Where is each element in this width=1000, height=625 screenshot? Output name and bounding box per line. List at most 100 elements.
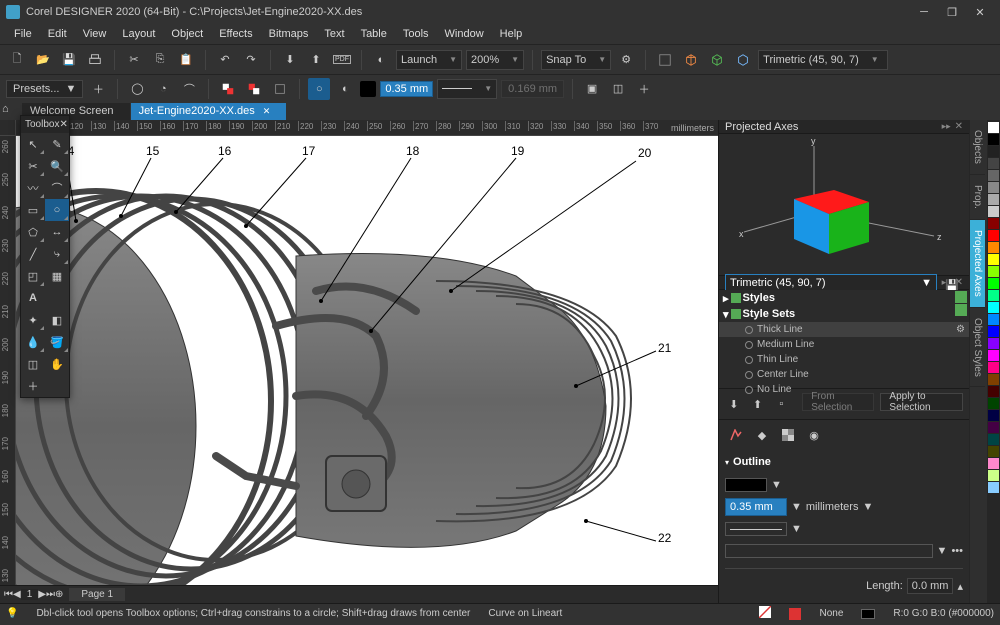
callout-19[interactable]: 19 (511, 144, 524, 158)
menu-effects[interactable]: Effects (211, 26, 260, 42)
menu-object[interactable]: Object (163, 26, 211, 42)
connector-tool[interactable]: ⤷ (45, 243, 69, 265)
color-swatch[interactable] (988, 482, 999, 493)
pick-tool[interactable]: ↖ (21, 133, 45, 155)
print-button[interactable] (84, 49, 106, 71)
ellipse-tool-icon[interactable]: ◯ (126, 78, 148, 100)
freehand-tool[interactable]: 〰 (21, 177, 45, 199)
status-outline-swatch[interactable] (861, 609, 875, 619)
color-swatch[interactable] (988, 218, 999, 229)
color-swatch[interactable] (988, 242, 999, 253)
color-swatch[interactable] (988, 230, 999, 241)
style-medium-line[interactable]: Medium Line (719, 337, 969, 352)
style-center-line[interactable]: Center Line (719, 367, 969, 382)
pdf-button[interactable]: PDF (331, 49, 353, 71)
snap-dropdown[interactable]: Snap To▼ (541, 50, 611, 70)
tab-document[interactable]: Jet-Engine2020-XX.des✕ (131, 103, 287, 120)
menu-edit[interactable]: Edit (40, 26, 75, 42)
export-button[interactable]: ⬆ (305, 49, 327, 71)
color-palette[interactable] (987, 120, 1000, 603)
document-canvas[interactable]: 14 15 16 17 18 19 20 21 22 (16, 136, 718, 585)
paste-button[interactable]: 📋 (175, 49, 197, 71)
fill-attr-icon[interactable]: ◆ (751, 424, 773, 446)
outline-section-title[interactable]: Outline (733, 456, 771, 468)
hints-icon[interactable]: 💡 (6, 608, 18, 619)
color-swatch[interactable] (988, 122, 999, 133)
cube-iso1-icon[interactable] (680, 49, 702, 71)
outline-color-swatch[interactable] (725, 478, 767, 492)
callout-22[interactable]: 22 (658, 531, 671, 545)
redo-button[interactable]: ↷ (240, 49, 262, 71)
overlap-icon[interactable]: ◫ (607, 78, 629, 100)
add-style-icon[interactable] (955, 291, 967, 303)
swap-ab-icon[interactable] (217, 78, 239, 100)
color-swatch[interactable] (988, 314, 999, 325)
import-button[interactable]: ⬇ (279, 49, 301, 71)
rectangle-tool[interactable]: ▭ (21, 199, 45, 221)
color-swatch[interactable] (988, 470, 999, 481)
ellipse-tool[interactable]: ○ (45, 199, 69, 221)
color-swatch[interactable] (988, 350, 999, 361)
new-button[interactable]: 🗋 (6, 49, 28, 71)
outline-more-button[interactable]: ••• (951, 545, 963, 557)
color-swatch[interactable] (988, 422, 999, 433)
foreground-swatch[interactable] (360, 81, 376, 97)
presets-dropdown[interactable]: Presets...▼ (6, 80, 83, 98)
color-swatch[interactable] (988, 434, 999, 445)
color-swatch[interactable] (988, 182, 999, 193)
copy-button[interactable]: ⎘ (149, 49, 171, 71)
color-swatch[interactable] (988, 266, 999, 277)
toolbox-close-icon[interactable]: ✕ (59, 119, 67, 130)
eyedropper-tool[interactable]: 💧 (21, 331, 45, 353)
color-swatch[interactable] (988, 206, 999, 217)
add-styleset-icon[interactable] (955, 304, 967, 316)
length-value[interactable]: 0.0 mm (907, 578, 954, 594)
zoom-dropdown[interactable]: 200%▼ (466, 50, 524, 70)
callout-21[interactable]: 21 (658, 341, 671, 355)
outline-width-input[interactable]: 0.35 mm (380, 81, 433, 97)
color-swatch[interactable] (988, 146, 999, 157)
style-thick-line[interactable]: Thick Line⚙ (719, 322, 969, 337)
arc-tool-icon[interactable]: ⌒ (178, 78, 200, 100)
text-tool[interactable]: A (21, 287, 45, 309)
swap-ba-icon[interactable] (243, 78, 265, 100)
color-swatch[interactable] (988, 194, 999, 205)
menu-table[interactable]: Table (353, 26, 395, 42)
close-panel-icon[interactable]: ✕ (955, 121, 963, 132)
table-tool[interactable]: ▦ (45, 265, 69, 287)
artistic-tool[interactable]: ⌒ (45, 177, 69, 199)
outline-style-dropdown[interactable] (725, 522, 787, 536)
options-button[interactable]: ⚙ (615, 49, 637, 71)
color-swatch[interactable] (988, 458, 999, 469)
color-swatch[interactable] (988, 410, 999, 421)
color-swatch[interactable] (988, 158, 999, 169)
dimension-tool[interactable]: ↔ (45, 221, 69, 243)
dash-pattern[interactable] (725, 544, 933, 558)
page-add-button[interactable]: ⊕ (55, 589, 63, 600)
fill-tool[interactable]: 🪣 (45, 331, 69, 353)
cut-button[interactable]: ✂ (123, 49, 145, 71)
color-swatch[interactable] (988, 134, 999, 145)
line-tool[interactable]: ╱ (21, 243, 45, 265)
snap-off-icon[interactable] (269, 78, 291, 100)
outline-swatch-icon[interactable] (789, 608, 801, 620)
gear-icon[interactable]: ⚙ (956, 324, 965, 335)
open-button[interactable]: 📂 (32, 49, 54, 71)
callout-17[interactable]: 17 (302, 144, 315, 158)
smart-fill-tool[interactable]: ✋ (45, 353, 69, 375)
add-preset-button[interactable]: ＋ (87, 78, 109, 100)
plane-front-icon[interactable] (654, 49, 676, 71)
maximize-button[interactable]: ❐ (938, 1, 966, 23)
undo-button[interactable]: ↶ (214, 49, 236, 71)
halo-attr-icon[interactable]: ◉ (803, 424, 825, 446)
marketplace-button[interactable]: ◐ (370, 49, 392, 71)
menu-window[interactable]: Window (437, 26, 492, 42)
docked-objects[interactable]: Objects (970, 120, 985, 175)
outline-units[interactable]: millimeters (806, 501, 859, 513)
cube-iso2-icon[interactable] (706, 49, 728, 71)
polygon-tool[interactable]: ⬠ (21, 221, 45, 243)
color-swatch[interactable] (988, 254, 999, 265)
page-last-button[interactable]: ⏭ (46, 589, 55, 600)
menu-help[interactable]: Help (492, 26, 531, 42)
color-swatch[interactable] (988, 290, 999, 301)
